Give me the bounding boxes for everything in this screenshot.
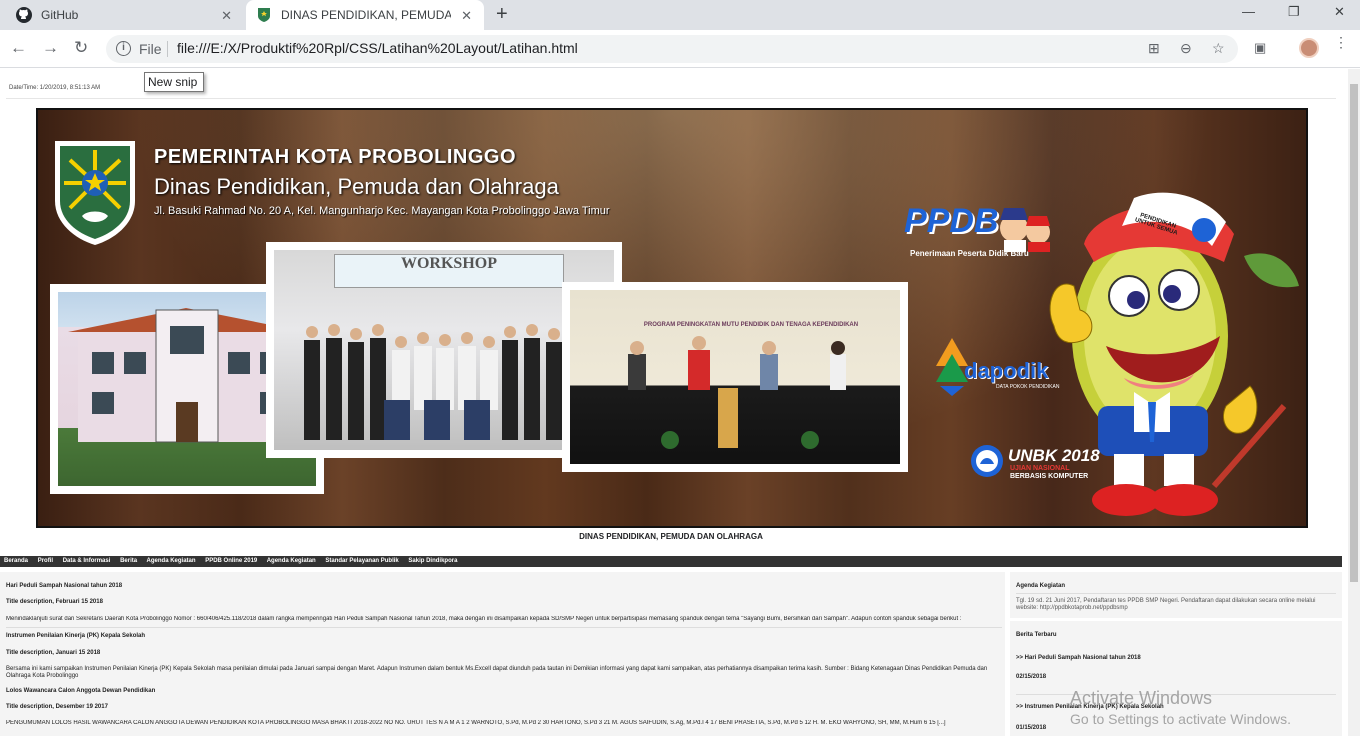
- agenda-title: Agenda Kegiatan: [1016, 583, 1066, 589]
- new-tab-button[interactable]: +: [496, 3, 508, 25]
- menu-icon[interactable]: ⋮: [1334, 35, 1348, 49]
- article-date: Title description, Januari 15 2018: [6, 650, 101, 656]
- page-viewport: Date/Time: 1/20/2019, 8:51:13 AM PEMERIN…: [0, 69, 1348, 736]
- article-body: Menindaklanjuti surat dari Sekretaris Da…: [6, 616, 962, 622]
- github-icon: [16, 7, 32, 23]
- page-scrollbar[interactable]: [1348, 69, 1360, 736]
- nav-sakip[interactable]: Sakip Dindikpora: [408, 558, 457, 564]
- divider: [167, 41, 168, 57]
- article-body: Bersama ini kami sampaikan Instrumen Pen…: [6, 666, 988, 679]
- tab-strip: GitHub ✕ DINAS PENDIDIKAN, PEMUDA DAN OL…: [0, 0, 1360, 30]
- address-bar[interactable]: i File file:///E:/X/Produktif%20Rpl/CSS/…: [106, 35, 1238, 63]
- minimize-icon[interactable]: —: [1242, 4, 1255, 19]
- nav-profil[interactable]: Profil: [38, 558, 53, 564]
- berita-date: 02/15/2018: [1016, 674, 1047, 680]
- restore-icon[interactable]: ❐: [1288, 4, 1300, 20]
- profile-avatar[interactable]: [1299, 38, 1319, 58]
- nav-ppdb-online[interactable]: PPDB Online 2019: [205, 558, 257, 564]
- scrollbar-thumb[interactable]: [1350, 84, 1358, 582]
- berita-link[interactable]: >> Hari Peduli Sampah Nasional tahun 201…: [1016, 655, 1141, 661]
- agenda-panel: Agenda Kegiatan Tgl. 19 sd. 21 Juni 2017…: [1010, 572, 1342, 618]
- article-title[interactable]: Lolos Wawancara Calon Anggota Dewan Pend…: [6, 688, 155, 694]
- tab-title: DINAS PENDIDIKAN, PEMUDA DAN OLAHRAGA: [281, 8, 451, 22]
- article-list: Hari Peduli Sampah Nasional tahun 2018 T…: [0, 572, 1005, 736]
- zoom-icon[interactable]: ⊖: [1180, 40, 1192, 57]
- agenda-text: Tgl. 19 sd. 21 Juni 2017, Pendaftaran te…: [1016, 598, 1316, 611]
- translate-icon[interactable]: ⊞: [1148, 40, 1160, 57]
- main-navigation: Beranda Profil Data & Informasi Berita A…: [0, 556, 1342, 567]
- banner-title: PEMERINTAH KOTA PROBOLINGGO: [154, 146, 517, 168]
- datetime-text: Date/Time: 1/20/2019, 8:51:13 AM: [9, 85, 101, 91]
- close-tab-icon[interactable]: ✕: [221, 8, 232, 24]
- tab-github[interactable]: GitHub ✕: [0, 0, 244, 30]
- bookmark-star-icon[interactable]: ☆: [1212, 40, 1225, 57]
- ppdb-logo: PPDB: [904, 202, 999, 240]
- reload-icon[interactable]: ↻: [74, 38, 88, 58]
- site-caption: DINAS PENDIDIKAN, PEMUDA DAN OLAHRAGA: [579, 532, 763, 541]
- url-text[interactable]: file:///E:/X/Produktif%20Rpl/CSS/Latihan…: [177, 40, 578, 56]
- nav-berita[interactable]: Berita: [120, 558, 137, 564]
- header-banner: PEMERINTAH KOTA PROBOLINGGO Dinas Pendid…: [36, 108, 1308, 528]
- tab-title: GitHub: [41, 8, 79, 22]
- browser-toolbar: ← → ↻ i File file:///E:/X/Produktif%20Rp…: [0, 30, 1360, 68]
- nav-beranda[interactable]: Beranda: [4, 558, 28, 564]
- divider: [6, 98, 1336, 99]
- snip-tooltip: New snip: [144, 72, 204, 92]
- program-photo: PROGRAM PENINGKATAN MUTU PENDIDIK DAN TE…: [562, 282, 908, 472]
- article-body: PENGUMUMAN LOLOS HASIL WAWANCARA CALON A…: [6, 720, 946, 726]
- nav-data-informasi[interactable]: Data & Informasi: [63, 558, 111, 564]
- tab-dinas[interactable]: DINAS PENDIDIKAN, PEMUDA DAN OLAHRAGA ✕: [246, 0, 484, 30]
- forward-icon[interactable]: →: [42, 38, 59, 58]
- nav-agenda-kegiatan[interactable]: Agenda Kegiatan: [147, 558, 196, 564]
- article-title[interactable]: Instrumen Penilaian Kinerja (PK) Kepala …: [6, 633, 145, 639]
- url-scheme: File: [139, 41, 162, 57]
- article-date: Title description, Februari 15 2018: [6, 599, 103, 605]
- speakers-illustration: [628, 336, 846, 449]
- crest-icon: [258, 8, 270, 22]
- close-window-icon[interactable]: ✕: [1334, 4, 1345, 20]
- berita-date: 01/15/2018: [1016, 725, 1047, 731]
- banner-subtitle: Dinas Pendidikan, Pemuda dan Olahraga: [154, 174, 559, 199]
- info-icon[interactable]: i: [116, 41, 131, 56]
- extension-icon[interactable]: ▣: [1254, 40, 1266, 56]
- article-title[interactable]: Hari Peduli Sampah Nasional tahun 2018: [6, 583, 122, 589]
- back-icon[interactable]: ←: [10, 38, 27, 58]
- nav-agenda-kegiatan-2[interactable]: Agenda Kegiatan: [267, 558, 316, 564]
- berita-title: Berita Terbaru: [1016, 632, 1057, 638]
- nav-standar-pelayanan[interactable]: Standar Pelayanan Publik: [325, 558, 398, 564]
- divider: [6, 627, 1002, 628]
- activate-windows-subtitle: Go to Settings to activate Windows.: [1070, 711, 1291, 727]
- close-tab-icon[interactable]: ✕: [461, 8, 472, 24]
- tut-wuri-icon: [971, 445, 1003, 477]
- article-date: Title description, Desember 19 2017: [6, 704, 108, 710]
- activate-windows-title: Activate Windows: [1070, 688, 1213, 708]
- divider: [1016, 593, 1336, 594]
- banner-address: Jl. Basuki Rahmad No. 20 A, Kel. Mangunh…: [154, 205, 610, 217]
- city-crest-icon: [55, 141, 135, 245]
